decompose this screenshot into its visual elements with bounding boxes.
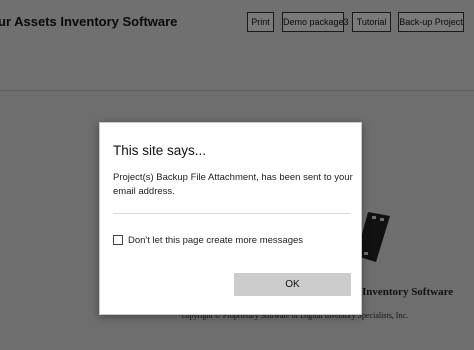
header-divider [0, 90, 474, 91]
dialog-message: Project(s) Backup File Attachment, has b… [113, 172, 353, 197]
dialog-separator [113, 213, 350, 214]
backup-project-button[interactable]: Back-up Project [398, 12, 464, 32]
suppress-messages-checkbox[interactable] [113, 235, 123, 245]
ok-button[interactable]: OK [234, 273, 351, 296]
app-header: ur Assets Inventory Software Print Demo … [0, 0, 474, 90]
dialog-title: This site says... [113, 143, 207, 158]
tutorial-button[interactable]: Tutorial [352, 12, 391, 32]
app-title: ur Assets Inventory Software [0, 14, 178, 29]
suppress-messages-label[interactable]: Don't let this page create more messages [128, 235, 303, 246]
background-product-text: Inventory Software [362, 286, 454, 298]
print-button[interactable]: Print [247, 12, 274, 32]
demo-package-button[interactable]: Demo package3 [282, 12, 349, 32]
alert-dialog: This site says... Project(s) Backup File… [99, 122, 362, 315]
